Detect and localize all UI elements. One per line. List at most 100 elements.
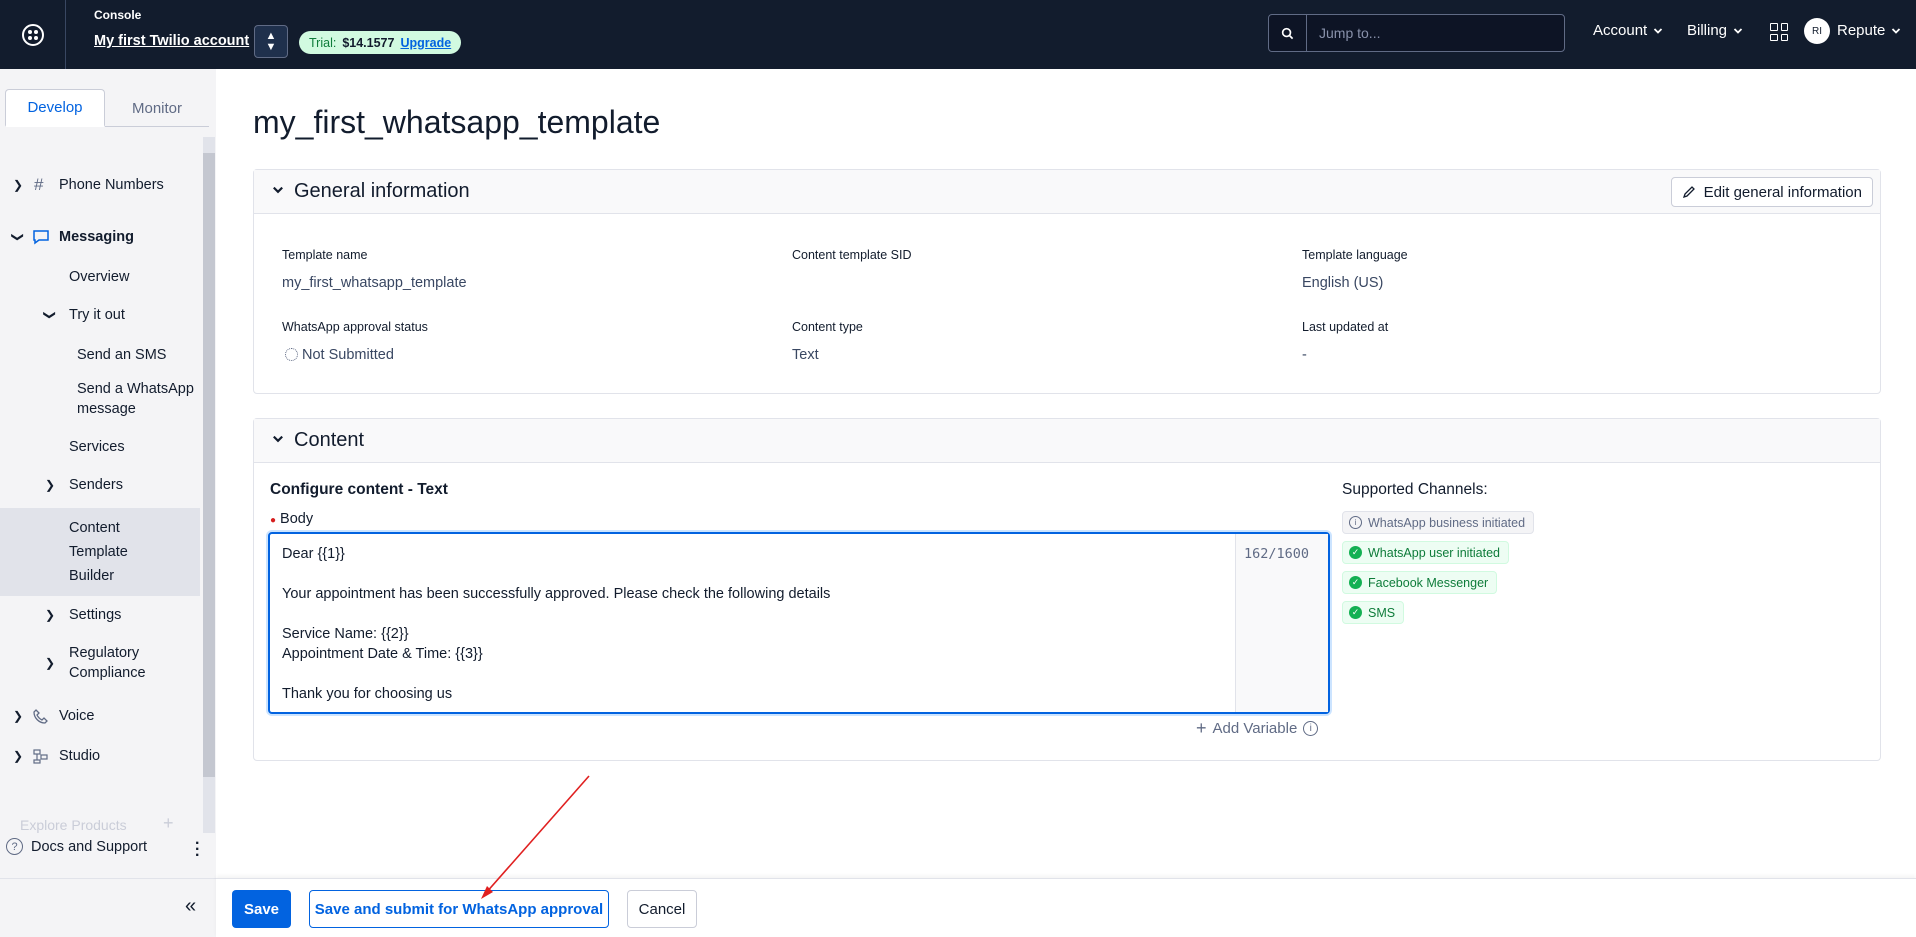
content-header[interactable]: Content	[254, 419, 1880, 463]
sidebar-item-voice[interactable]: ❯ Voice	[0, 704, 200, 728]
body-text[interactable]: Dear {{1}} Your appointment has been suc…	[282, 544, 1242, 704]
chevron-right-icon: ❯	[13, 178, 24, 192]
body-line: Dear {{1}}	[282, 546, 345, 562]
sidebar-item-label: Senders	[69, 477, 124, 493]
sidebar-item-regulatory-compliance[interactable]: ❯ Regulatory Compliance	[0, 643, 200, 683]
chevron-down-icon	[1892, 27, 1901, 34]
upgrade-link[interactable]: Upgrade	[400, 36, 451, 50]
pending-status-icon	[285, 348, 298, 361]
sidebar-item-studio[interactable]: ❯ Studio	[0, 744, 200, 768]
general-information-header[interactable]: General information	[254, 170, 1880, 214]
user-menu[interactable]: Repute	[1837, 22, 1901, 39]
account-menu-label: Account	[1593, 22, 1648, 39]
channel-badge-sms: ✓ SMS	[1342, 601, 1405, 624]
chevron-down-icon: ❯	[11, 231, 26, 243]
avatar[interactable]: RI	[1804, 18, 1830, 44]
cancel-button[interactable]: Cancel	[627, 890, 697, 928]
console-label: Console	[94, 8, 142, 22]
account-menu[interactable]: Account	[1593, 22, 1663, 39]
chevron-right-icon: ❯	[45, 478, 56, 492]
add-variable-button[interactable]: + Add Variable i	[1196, 718, 1319, 739]
chevron-down-icon	[1733, 27, 1743, 34]
body-line: Service Name: {{2}}	[282, 626, 409, 642]
user-name: Repute	[1837, 22, 1886, 39]
docs-and-support-label: Docs and Support	[31, 838, 148, 855]
content-type-value: Text	[792, 347, 819, 363]
sidebar-item-messaging[interactable]: ❯ Messaging	[0, 225, 200, 249]
explore-products-label: Explore Products	[20, 817, 127, 833]
info-icon: i	[1349, 516, 1362, 529]
sidebar-item-label: Voice	[59, 708, 95, 724]
account-name-link[interactable]: My first Twilio account	[94, 33, 249, 49]
sidebar-item-try-it-out[interactable]: ❯ Try it out	[0, 303, 200, 327]
sidebar-item-overview[interactable]: Overview	[0, 265, 200, 289]
content-type-label: Content type	[792, 320, 863, 334]
sidebar-item-send-whatsapp[interactable]: Send a WhatsApp message	[0, 379, 200, 419]
supported-channels-title: Supported Channels:	[1342, 481, 1488, 498]
chevron-right-icon: ❯	[45, 656, 56, 670]
hash-icon: #	[34, 175, 44, 194]
tab-monitor[interactable]: Monitor	[105, 89, 209, 127]
channel-label: Facebook Messenger	[1368, 575, 1489, 590]
jump-to-search	[1268, 14, 1565, 52]
billing-menu-label: Billing	[1687, 22, 1728, 39]
sidebar-item-content-template-builder[interactable]: Content Template Builder	[0, 508, 200, 596]
jump-to-input[interactable]	[1307, 15, 1564, 51]
edit-general-information-button[interactable]: Edit general information	[1670, 177, 1873, 207]
top-navigation-bar: Console My first Twilio account ▲ ▼ Tria…	[0, 0, 1916, 69]
channel-badge-facebook-messenger: ✓ Facebook Messenger	[1342, 571, 1498, 594]
plus-icon[interactable]: +	[163, 813, 174, 834]
section-title: Content	[294, 429, 365, 451]
collapse-sidebar-icon[interactable]: «	[185, 895, 196, 918]
help-icon: ?	[6, 838, 23, 855]
account-switcher-button[interactable]: ▲ ▼	[254, 25, 288, 58]
save-and-submit-button[interactable]: Save and submit for WhatsApp approval	[309, 890, 609, 928]
chevron-right-icon: ❯	[45, 608, 56, 622]
sidebar-item-label: Overview	[69, 269, 130, 285]
body-line: Thank you for choosing us	[282, 686, 453, 702]
sidebar-item-label: Try it out	[69, 307, 125, 323]
body-label: ● Body	[270, 511, 313, 527]
sidebar-item-label: Send an SMS	[77, 347, 167, 363]
twilio-logo-icon[interactable]	[0, 0, 66, 69]
check-circle-icon: ✓	[1349, 576, 1362, 589]
sidebar-item-services[interactable]: Services	[0, 435, 200, 459]
body-line	[282, 664, 1242, 684]
chevron-right-icon: ❯	[13, 709, 24, 723]
body-line	[282, 564, 1242, 584]
sidebar-scrollbar[interactable]	[203, 137, 215, 833]
whatsapp-approval-status-label: WhatsApp approval status	[282, 320, 428, 334]
billing-menu[interactable]: Billing	[1687, 22, 1743, 39]
body-textarea[interactable]: Dear {{1}} Your appointment has been suc…	[268, 532, 1330, 714]
sidebar-item-send-sms[interactable]: Send an SMS	[0, 343, 200, 367]
body-line: Appointment Date & Time: {{3}}	[282, 646, 483, 662]
tab-develop[interactable]: Develop	[5, 89, 105, 127]
app-launcher-icon[interactable]	[1770, 23, 1788, 41]
plus-icon: +	[1196, 718, 1207, 738]
chat-bubble-icon	[33, 230, 49, 245]
content-template-sid-label: Content template SID	[792, 248, 912, 262]
check-circle-icon: ✓	[1349, 606, 1362, 619]
pencil-icon	[1682, 186, 1695, 199]
last-updated-value: -	[1302, 347, 1307, 363]
trial-balance-value: $14.1577	[342, 35, 395, 50]
sidebar-item-senders[interactable]: ❯ Senders	[0, 473, 200, 497]
docs-and-support-link[interactable]: ? Docs and Support	[6, 838, 147, 855]
body-line: Your appointment has been successfully a…	[282, 586, 831, 602]
scrollbar-thumb[interactable]	[203, 153, 215, 777]
search-icon	[1269, 15, 1307, 51]
sidebar-item-label: Messaging	[59, 229, 134, 245]
chevron-down-icon	[272, 433, 284, 448]
save-button[interactable]: Save	[232, 890, 291, 928]
channel-badge-whatsapp-business: i WhatsApp business initiated	[1342, 511, 1535, 534]
check-circle-icon: ✓	[1349, 546, 1362, 559]
channel-badge-whatsapp-user: ✓ WhatsApp user initiated	[1342, 541, 1510, 564]
more-options-icon[interactable]: ...	[195, 832, 199, 860]
sidebar-item-label: Send a WhatsApp message	[77, 381, 194, 417]
sidebar-item-phone-numbers[interactable]: ❯ # Phone Numbers	[0, 165, 200, 205]
template-language-label: Template language	[1302, 248, 1408, 262]
sidebar-item-settings[interactable]: ❯ Settings	[0, 603, 200, 627]
channel-label: WhatsApp user initiated	[1368, 545, 1501, 560]
content-card: Content Configure content - Text ● Body D…	[253, 418, 1881, 761]
info-icon[interactable]: i	[1303, 721, 1319, 736]
